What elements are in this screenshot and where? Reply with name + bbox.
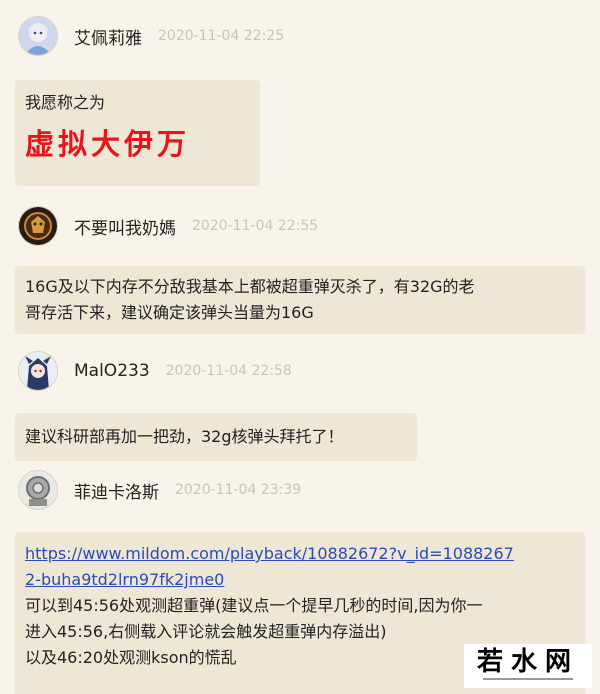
- username[interactable]: MalO233: [74, 361, 150, 381]
- username[interactable]: 不要叫我奶媽: [74, 214, 176, 239]
- playback-link[interactable]: 2-buha9td2lrn97fk2jme0: [25, 567, 575, 593]
- comment-text: 我愿称之为: [25, 93, 106, 112]
- watermark-subtext: [483, 676, 573, 685]
- site-watermark: 若水网: [464, 644, 592, 688]
- user-avatar[interactable]: [18, 206, 58, 246]
- user-avatar[interactable]: [18, 351, 58, 391]
- username[interactable]: 菲迪卡洛斯: [74, 478, 159, 503]
- username[interactable]: 艾佩莉雅: [74, 24, 142, 49]
- comment-header: 菲迪卡洛斯 2020-11-04 23:39: [18, 470, 301, 510]
- comment-header: 不要叫我奶媽 2020-11-04 22:55: [18, 206, 318, 246]
- timestamp: 2020-11-04 22:58: [165, 363, 292, 379]
- comment-text-line: 进入45:56,右侧载入评论就会触发超重弹内存溢出): [25, 622, 387, 641]
- comment-bubble: 16G及以下内存不分敌我基本上都被超重弹灭杀了，有32G的老 哥存活下来，建议确…: [15, 266, 585, 334]
- comment-bubble: 我愿称之为 虚拟大伊万: [15, 80, 260, 186]
- user-avatar[interactable]: [18, 16, 58, 56]
- watermark-text: 若水网: [476, 646, 579, 677]
- comment-text-line: 建议科研部再加一把劲，32g核弹头拜托了！: [25, 427, 344, 446]
- timestamp: 2020-11-04 22:55: [192, 218, 319, 234]
- comment-text-line: 16G及以下内存不分敌我基本上都被超重弹灭杀了，有32G的老: [25, 277, 475, 296]
- comment-header: 艾佩莉雅 2020-11-04 22:25: [18, 16, 284, 56]
- comment-bubble: 建议科研部再加一把劲，32g核弹头拜托了！: [15, 413, 417, 461]
- comment-text-line: 可以到45:56处观测超重弹(建议点一个提早几秒的时间,因为你一: [25, 596, 483, 615]
- user-avatar[interactable]: [18, 470, 58, 510]
- comment-header: MalO233 2020-11-04 22:58: [18, 351, 292, 391]
- timestamp: 2020-11-04 22:25: [158, 28, 285, 44]
- highlight-text: 虚拟大伊万: [25, 127, 191, 161]
- timestamp: 2020-11-04 23:39: [175, 482, 302, 498]
- comment-text-line: 哥存活下来，建议确定该弹头当量为16G: [25, 303, 314, 322]
- playback-link[interactable]: https://www.mildom.com/playback/10882672…: [25, 541, 575, 567]
